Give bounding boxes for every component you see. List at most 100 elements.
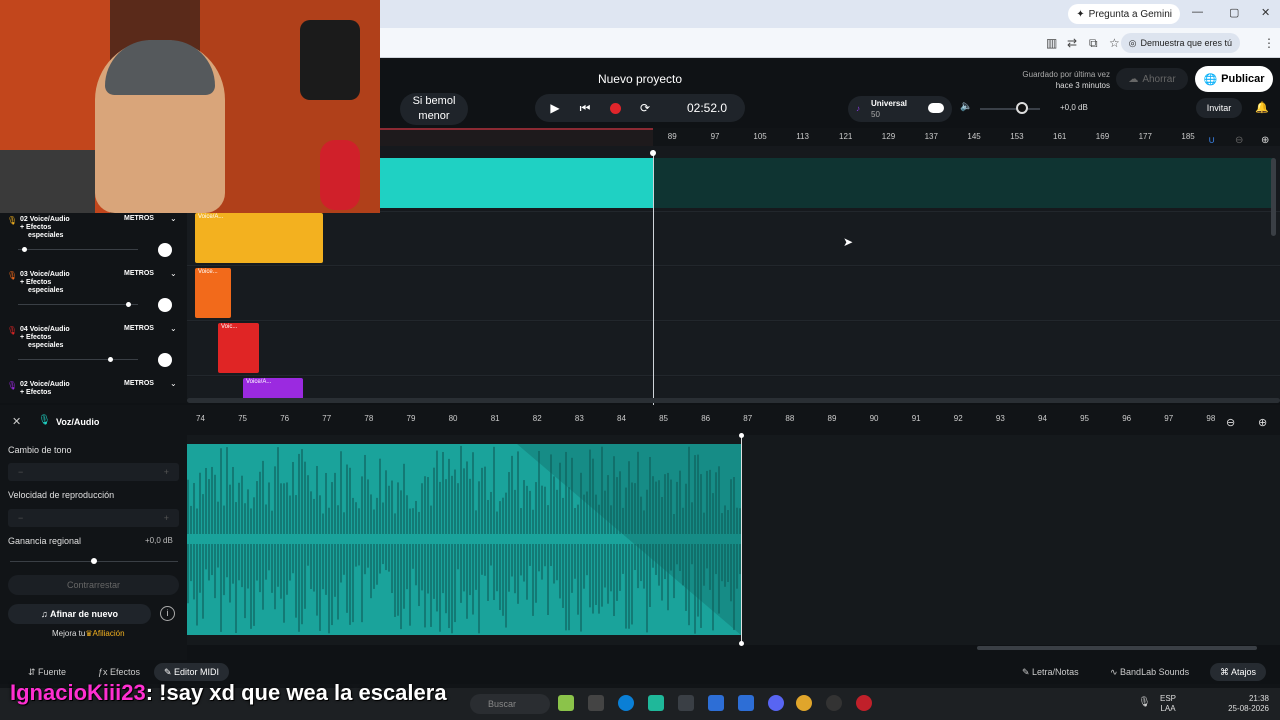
editor-hscroll[interactable]	[977, 646, 1257, 650]
playhead[interactable]	[653, 150, 654, 405]
mic-icon[interactable]: 🎙	[7, 216, 17, 225]
tab-effects[interactable]: ƒx Efectos	[88, 663, 150, 681]
chevron-down-icon[interactable]: ⌄	[170, 269, 177, 278]
obs-icon[interactable]	[826, 695, 842, 711]
horizontal-scrollbar[interactable]	[187, 398, 1280, 403]
app-icon[interactable]	[708, 695, 724, 711]
tab-midi-editor[interactable]: ✎ Editor MIDI	[154, 663, 230, 681]
store-icon[interactable]	[648, 695, 664, 711]
play-icon[interactable]: ▶	[544, 97, 566, 119]
taskbar-search[interactable]: Buscar	[470, 694, 550, 714]
edge-icon[interactable]	[618, 695, 634, 711]
chevron-down-icon[interactable]: ⌄	[170, 214, 177, 223]
publish-button[interactable]: 🌐 Publicar	[1195, 66, 1273, 92]
zoom-in-icon[interactable]: ⊕	[1261, 135, 1269, 146]
vertical-scrollbar[interactable]	[1271, 158, 1276, 236]
plus-icon[interactable]: +	[164, 513, 169, 523]
track-volume-slider[interactable]	[18, 359, 138, 360]
tab-lyrics[interactable]: ✎ Letra/Notas	[1012, 663, 1089, 681]
upgrade-link[interactable]: Mejora tu♛Afiliación	[52, 629, 125, 638]
maximize-icon[interactable]: ▢	[1229, 6, 1239, 19]
audio-region[interactable]: Voice/A...	[195, 213, 323, 263]
language-indicator[interactable]: ESP LAA	[1160, 694, 1176, 714]
menu-kebab-icon[interactable]: ⋮	[1263, 36, 1275, 50]
mic-icon[interactable]: 🎙	[7, 326, 17, 335]
audio-region[interactable]: Voice...	[195, 268, 231, 318]
track-volume-knob[interactable]	[126, 302, 131, 307]
track-volume-slider[interactable]	[18, 304, 138, 305]
speaker-icon[interactable]: 🔈	[960, 101, 972, 112]
track-header[interactable]: 🎙 02 Voice/Audio + Efectos METROS ⌄	[4, 378, 184, 402]
chrome-icon[interactable]	[796, 695, 812, 711]
waveform-region[interactable]	[187, 444, 741, 635]
track-name[interactable]: 03 Voice/Audio + Efectos especiales	[20, 271, 70, 295]
reading-mode-icon[interactable]: ▥	[1046, 36, 1057, 50]
tune-button[interactable]: ♫ Afinar de nuevo	[8, 604, 151, 624]
save-button[interactable]: ☁ Ahorrar	[1116, 68, 1188, 90]
track-header[interactable]: 🎙 02 Voice/Audio + Efectos especiales METROS…	[4, 213, 184, 267]
master-volume-knob[interactable]	[1016, 102, 1028, 114]
reset-button[interactable]: Contrarrestar	[8, 575, 179, 595]
region-end-handle-top[interactable]	[739, 433, 744, 438]
pan-knob[interactable]	[158, 243, 172, 257]
taskview-icon[interactable]	[588, 695, 604, 711]
audio-region-main[interactable]	[380, 158, 653, 208]
chevron-down-icon[interactable]: ⌄	[170, 379, 177, 388]
editor-ruler[interactable]: 74 75 76 77 78 79 80 81 82 83 84 85 86 87 88 89 90 91 92 93…	[187, 405, 1280, 435]
extension-icon[interactable]: ⧉	[1089, 36, 1098, 51]
mic-tray-icon[interactable]: 🎙	[1138, 697, 1151, 708]
playhead-handle[interactable]	[650, 150, 656, 156]
record-button[interactable]	[604, 97, 626, 119]
verify-chip[interactable]: ◎ Demuestra que eres tú	[1120, 33, 1240, 53]
mic-icon[interactable]: 🎙	[7, 271, 17, 280]
close-window-icon[interactable]: ✕	[1261, 6, 1270, 19]
project-title[interactable]: Nuevo proyecto	[560, 72, 720, 86]
close-editor-icon[interactable]: ✕	[12, 415, 21, 428]
editor-zoom-out-icon[interactable]: ⊖	[1226, 416, 1235, 429]
region-end-handle-bottom[interactable]	[739, 641, 744, 646]
minus-icon[interactable]: −	[18, 513, 23, 523]
audio-region[interactable]: Voic...	[218, 323, 259, 373]
discord-icon[interactable]	[768, 695, 784, 711]
tab-shortcuts[interactable]: ⌘ Atajos	[1210, 663, 1267, 681]
bandlab-icon[interactable]	[856, 695, 872, 711]
track-header[interactable]: 🎙 04 Voice/Audio + Efectos especiales METROS…	[4, 323, 184, 377]
bookmark-star-icon[interactable]: ☆	[1109, 36, 1120, 50]
meters-button[interactable]: METROS	[124, 325, 154, 332]
pan-knob[interactable]	[158, 298, 172, 312]
zoom-out-icon[interactable]: ⊖	[1235, 135, 1243, 146]
track-name[interactable]: 02 Voice/Audio + Efectos	[20, 381, 70, 397]
loop-icon[interactable]: ⟳	[634, 97, 656, 119]
track-name[interactable]: 02 Voice/Audio + Efectos especiales	[20, 216, 70, 240]
speed-stepper[interactable]: − +	[8, 509, 179, 527]
invite-button[interactable]: Invitar	[1196, 98, 1242, 118]
meters-button[interactable]: METROS	[124, 215, 154, 222]
tab-sounds[interactable]: ∿ BandLab Sounds	[1100, 663, 1199, 681]
gemini-button[interactable]: ✦ Pregunta a Gemini	[1068, 4, 1180, 24]
pitch-stepper[interactable]: − +	[8, 463, 179, 481]
minimize-icon[interactable]: —	[1192, 6, 1203, 18]
clock[interactable]: 21:38 25-08-2026	[1223, 694, 1269, 714]
track-name[interactable]: 04 Voice/Audio + Efectos especiales	[20, 326, 70, 350]
key-selector[interactable]: Si bemol menor	[400, 93, 468, 125]
chevron-down-icon[interactable]: ⌄	[170, 324, 177, 333]
meters-button[interactable]: METROS	[124, 380, 154, 387]
master-volume-slider[interactable]	[980, 108, 1040, 110]
outlook-icon[interactable]	[738, 695, 754, 711]
minus-icon[interactable]: −	[18, 467, 23, 477]
plus-icon[interactable]: +	[164, 467, 169, 477]
info-icon[interactable]: i	[160, 606, 175, 621]
track-volume-knob[interactable]	[108, 357, 113, 362]
track-volume-knob[interactable]	[22, 247, 27, 252]
pan-knob[interactable]	[158, 353, 172, 367]
track-header[interactable]: 🎙 03 Voice/Audio + Efectos especiales METROS…	[4, 268, 184, 322]
gain-slider-knob[interactable]	[91, 558, 97, 564]
meters-button[interactable]: METROS	[124, 270, 154, 277]
editor-zoom-in-icon[interactable]: ⊕	[1258, 416, 1267, 429]
app-icon[interactable]	[558, 695, 574, 711]
app-icon[interactable]	[678, 695, 694, 711]
skip-back-icon[interactable]: ⏮	[574, 97, 596, 119]
preset-toggle[interactable]	[928, 103, 944, 113]
tab-source[interactable]: ⇵ Fuente	[18, 663, 76, 681]
track-volume-slider[interactable]	[18, 249, 138, 250]
